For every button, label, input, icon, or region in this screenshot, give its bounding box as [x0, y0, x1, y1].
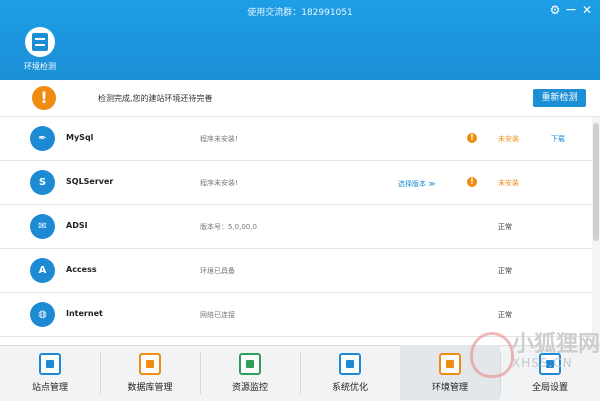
- gear-icon[interactable]: ⚙: [548, 3, 562, 17]
- status-bar: [0, 80, 600, 117]
- item-info: 程序未安装!: [200, 179, 238, 187]
- scrollbar[interactable]: [592, 117, 600, 345]
- watermark-subtext: XHSS.CN: [512, 356, 573, 370]
- tab-monitor[interactable]: 资源监控: [200, 345, 300, 400]
- item-state: 未安装: [498, 135, 519, 143]
- item-info: 版本号：5,0,00,0: [200, 223, 257, 231]
- item-state: 正常: [498, 223, 512, 231]
- fox-logo-watermark: [470, 332, 514, 378]
- warning-icon: !: [32, 86, 56, 110]
- item-name: ADSI: [66, 221, 88, 230]
- sqlserver-icon: S: [30, 170, 55, 195]
- tab-site-manage[interactable]: 站点管理: [0, 345, 100, 400]
- item-name: MySql: [66, 133, 94, 142]
- window-title: 使用交流群：182991051: [247, 8, 353, 18]
- item-info: 程序未安装!: [200, 135, 238, 143]
- tab-label: 系统优化: [331, 383, 368, 393]
- tab-label: 站点管理: [31, 383, 68, 393]
- close-button[interactable]: ✕: [580, 3, 594, 17]
- tab-optimize[interactable]: 系统优化: [300, 345, 400, 400]
- monitor-icon: [239, 353, 261, 375]
- status-message: 检测完成,您的建站环境还待完善: [98, 94, 213, 103]
- tab-database[interactable]: 数据库管理: [100, 345, 200, 400]
- tab-label: 数据库管理: [127, 383, 173, 393]
- chevron-down-icon: ≫: [428, 180, 436, 188]
- env-list: ✒ MySql 程序未安装! ! 未安装 下载 S SQLServer 程序未安…: [0, 117, 592, 345]
- warning-icon: !: [467, 133, 477, 143]
- scrollbar-thumb[interactable]: [593, 123, 599, 241]
- item-name: SQLServer: [66, 177, 114, 186]
- access-icon: A: [30, 258, 55, 283]
- recheck-button[interactable]: 重新检测: [533, 89, 586, 107]
- select-version-link[interactable]: 选择版本 ≫: [398, 179, 436, 189]
- globe-icon: ◍: [30, 302, 55, 327]
- optimize-icon: [339, 353, 361, 375]
- item-state: 正常: [498, 267, 512, 275]
- item-name: Access: [66, 265, 97, 274]
- list-item: ✒ MySql 程序未安装! ! 未安装 下载: [0, 117, 592, 161]
- env-check-icon: [25, 27, 55, 57]
- env-check-button[interactable]: 环境检测: [18, 27, 62, 79]
- list-item: ✉ ADSI 版本号：5,0,00,0 正常: [0, 205, 592, 249]
- env-manage-icon: [439, 353, 461, 375]
- item-info: 环境已具备: [200, 267, 235, 275]
- item-name: Internet: [66, 309, 103, 318]
- site-manage-icon: [39, 353, 61, 375]
- feather-icon: ✒: [30, 126, 55, 151]
- tab-label: 全局设置: [531, 383, 568, 393]
- item-state: 未安装: [498, 179, 519, 187]
- warning-icon: !: [467, 177, 477, 187]
- item-state: 正常: [498, 311, 512, 319]
- database-icon: [139, 353, 161, 375]
- list-item: ◍ Internet 网络已连接 正常: [0, 293, 592, 337]
- minimize-button[interactable]: −: [564, 3, 578, 17]
- download-link[interactable]: 下载: [551, 134, 565, 144]
- watermark-text: 小狐狸网: [512, 332, 600, 357]
- adsi-icon: ✉: [30, 214, 55, 239]
- list-item: A Access 环境已具备 正常: [0, 249, 592, 293]
- item-info: 网络已连接: [200, 311, 235, 319]
- env-check-label: 环境检测: [24, 62, 56, 71]
- list-item: S SQLServer 程序未安装! 选择版本 ≫ ! 未安装: [0, 161, 592, 205]
- title-bar: 使用交流群：182991051 ⚙ − ✕ 环境检测: [0, 0, 600, 80]
- select-version-label: 选择版本: [398, 180, 426, 188]
- tab-label: 环境管理: [431, 383, 468, 393]
- tab-label: 资源监控: [231, 383, 268, 393]
